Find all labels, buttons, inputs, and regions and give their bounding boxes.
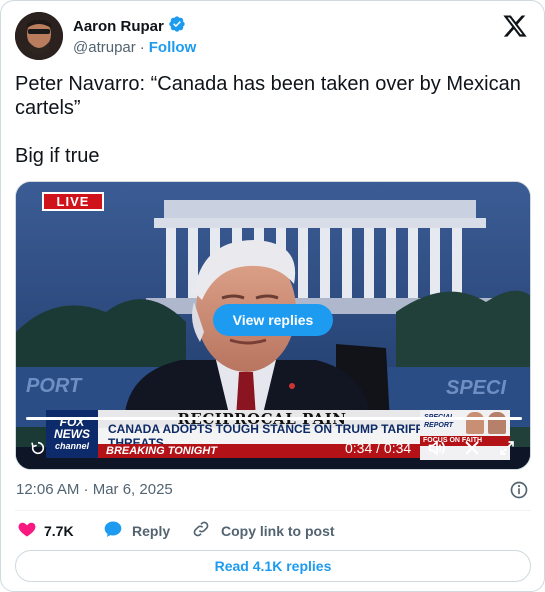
tweet-text: Peter Navarro: “Canada has been taken ov… [15,72,525,192]
divider [15,510,531,511]
avatar[interactable] [15,12,63,60]
svg-text:SPECI: SPECI [446,377,506,399]
reply-bubble-icon [103,519,123,544]
reply-action[interactable]: Reply [103,520,170,542]
heart-icon [17,519,37,544]
copy-link-action[interactable]: Copy link to post [191,520,335,542]
video-progress-bar[interactable] [26,417,522,420]
x-logo-icon[interactable] [502,13,528,39]
author-handle[interactable]: @atrupar [73,39,136,56]
author-handle-row: @atrupar · Follow [73,39,196,56]
replay-icon[interactable] [30,440,46,456]
close-icon[interactable] [463,439,481,457]
tweet-timestamp[interactable]: 12:06 AM · Mar 6, 2025 [16,481,173,498]
info-icon[interactable] [509,480,529,500]
handle-separator: · [139,39,145,56]
expand-icon[interactable] [498,439,516,457]
video-time: 0:34 / 0:34 [345,440,412,456]
like-action[interactable]: 7.7K [17,520,74,542]
verified-badge-icon [168,15,186,38]
read-replies-button[interactable]: Read 4.1K replies [15,550,531,582]
network-logo-line: NEWS [54,427,90,441]
network-logo-line: channel [54,441,89,451]
reply-label: Reply [132,523,171,539]
svg-text:PORT: PORT [26,375,83,397]
volume-icon[interactable] [427,439,447,457]
copy-link-label: Copy link to post [221,523,335,539]
tweet-text-line: Big if true [15,145,100,167]
live-badge: LIVE [42,192,104,211]
view-replies-button[interactable]: View replies [213,304,333,336]
tweet-card: Aaron Rupar @atrupar · Follow Peter Nava… [0,0,545,592]
video-player[interactable]: PORT SPECI LIVE View replies FOX NEWS ch… [15,181,531,470]
author-name[interactable]: Aaron Rupar [73,18,164,35]
tweet-text-line: Peter Navarro: “Canada has been taken ov… [15,73,521,119]
follow-button[interactable]: Follow [149,39,197,56]
like-count: 7.7K [44,523,74,539]
author-name-row: Aaron Rupar [73,15,186,38]
link-icon [191,519,211,544]
